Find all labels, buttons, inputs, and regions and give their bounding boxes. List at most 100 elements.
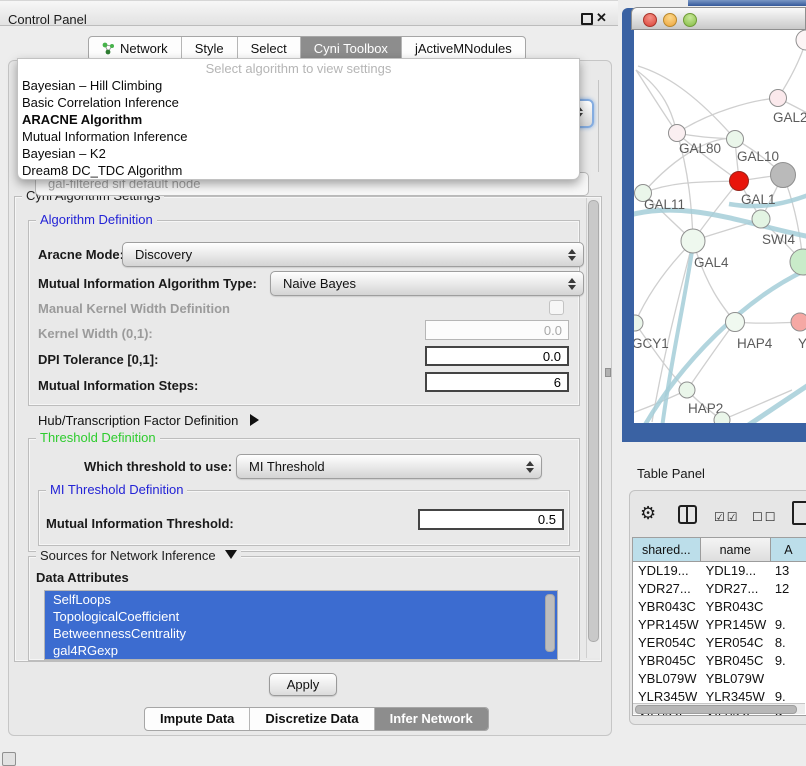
table-row[interactable]: YER054CYER054C8.	[633, 634, 806, 652]
combo-arrows-icon	[563, 249, 581, 261]
network-node-swi4[interactable]	[790, 249, 806, 275]
list-scrollbar-thumb[interactable]	[545, 594, 555, 652]
tab-style[interactable]: Style	[181, 37, 237, 60]
which-threshold-label: Which threshold to use:	[84, 459, 232, 474]
table-row[interactable]: YBL079WYBL079W	[633, 670, 806, 688]
network-node-gal4[interactable]	[681, 229, 705, 253]
network-node-hap4[interactable]	[726, 313, 745, 332]
data-attributes-list[interactable]: SelfLoopsTopologicalCoefficientBetweenne…	[44, 590, 558, 660]
control-panel-titlebar	[0, 0, 618, 26]
data-attribute-item[interactable]: SelfLoops	[45, 591, 557, 608]
column-header-shared-name[interactable]: shared...	[633, 538, 701, 562]
tab-network[interactable]: Network	[89, 37, 181, 60]
network-node-gal10[interactable]	[727, 131, 744, 148]
columns-icon[interactable]	[678, 505, 697, 524]
network-edge[interactable]	[638, 66, 735, 139]
settings-scrollbar-thumb[interactable]	[588, 200, 599, 642]
close-icon[interactable]: ✕	[596, 10, 607, 26]
mi-threshold-label: Mutual Information Threshold:	[46, 516, 234, 531]
network-edge[interactable]	[677, 98, 778, 133]
network-node-y[interactable]	[791, 313, 806, 331]
data-attribute-item[interactable]: TopologicalCoefficient	[45, 608, 557, 625]
algorithm-option[interactable]: Dream8 DC_TDC Algorithm	[18, 162, 579, 179]
network-canvas[interactable]: GAL2GAL80GAL10GAL1GAL11SWI4GAL4GCY1HAP4Y…	[634, 30, 806, 423]
tab-cyni-toolbox[interactable]: Cyni Toolbox	[300, 37, 401, 60]
network-node[interactable]	[796, 30, 806, 50]
algorithm-option[interactable]: Bayesian – K2	[18, 145, 579, 162]
collapsed-arrow-icon	[250, 414, 259, 426]
table-row[interactable]: YBR045CYBR045C9.	[633, 652, 806, 670]
network-node-gal1[interactable]	[730, 172, 749, 191]
network-node-gal2[interactable]	[770, 90, 787, 107]
table-cell: YBL079W	[701, 670, 771, 688]
table-cell: 9.	[771, 652, 806, 670]
kernel-width-field[interactable]	[425, 320, 569, 340]
tab-jactivemnodules[interactable]: jActiveMNodules	[401, 37, 525, 60]
document-icon[interactable]	[792, 501, 806, 525]
column-header-name[interactable]: name	[701, 538, 771, 562]
algorithm-option[interactable]: Basic Correlation Inference	[18, 94, 579, 111]
tab-select[interactable]: Select	[237, 37, 300, 60]
network-node[interactable]	[752, 210, 770, 228]
network-edge[interactable]	[635, 241, 693, 323]
algorithm-option[interactable]: Mutual Information Inference	[18, 128, 579, 145]
table-hscrollbar-thumb[interactable]	[635, 705, 797, 714]
algorithm-option[interactable]: ARACNE Algorithm	[18, 111, 579, 128]
table-cell: YDR27...	[701, 580, 771, 598]
mi-steps-field[interactable]	[425, 372, 569, 392]
network-edge[interactable]	[636, 70, 677, 133]
float-window-icon[interactable]	[581, 13, 593, 25]
mi-threshold-group-title: MI Threshold Definition	[46, 483, 187, 497]
algorithm-option[interactable]: Bayesian – Hill Climbing	[18, 77, 579, 94]
dpi-tolerance-field[interactable]	[425, 346, 569, 366]
network-edge-highlighted[interactable]	[744, 380, 806, 423]
manual-kernel-label: Manual Kernel Width Definition	[38, 301, 230, 316]
mi-threshold-field[interactable]	[418, 509, 564, 530]
network-node-hap2[interactable]	[679, 382, 695, 398]
aracne-mode-combobox[interactable]: Discovery	[122, 242, 584, 267]
apply-button[interactable]: Apply	[269, 673, 337, 696]
mi-steps-label: Mutual Information Steps:	[38, 378, 198, 393]
data-attribute-item[interactable]: BetweennessCentrality	[45, 625, 557, 642]
network-node-label: HAP4	[737, 336, 773, 351]
table-cell: 9.	[771, 616, 806, 634]
threshold-definition-title: Threshold Definition	[36, 431, 160, 445]
table-cell: YER054C	[633, 634, 701, 652]
select-all-icon[interactable]: ☑☑	[714, 510, 740, 524]
group-border-fragment	[598, 80, 599, 172]
table-row[interactable]: YDL19...YDL19...13	[633, 562, 806, 580]
manual-kernel-checkbox[interactable]	[549, 300, 564, 315]
split-pane-handle[interactable]	[605, 368, 611, 377]
docked-panel-icon[interactable]	[2, 752, 16, 766]
zoom-traffic-light-icon[interactable]	[683, 13, 697, 27]
network-node[interactable]	[714, 412, 730, 423]
data-attribute-item[interactable]: gal4RGexp	[45, 642, 557, 659]
tab-infer-network[interactable]: Infer Network	[374, 708, 488, 730]
minimize-traffic-light-icon[interactable]	[663, 13, 677, 27]
network-window-titlebar[interactable]	[631, 7, 806, 30]
tab-impute-data[interactable]: Impute Data	[145, 708, 249, 730]
table-row[interactable]: YPR145WYPR145W9.	[633, 616, 806, 634]
network-edge[interactable]	[693, 241, 735, 322]
which-threshold-combobox[interactable]: MI Threshold	[236, 454, 542, 479]
hub-definition-toggle[interactable]: Hub/Transcription Factor Definition	[38, 413, 259, 428]
table-row[interactable]: YBR043CYBR043C	[633, 598, 806, 616]
network-node-gal80[interactable]	[669, 125, 686, 142]
deselect-all-icon[interactable]: ☐☐	[752, 510, 778, 524]
table-hscrollbar-track[interactable]	[633, 703, 805, 714]
table-cell: 8.	[771, 634, 806, 652]
network-node-gcy1[interactable]	[634, 315, 643, 331]
settings-scrollbar-track[interactable]	[586, 198, 600, 658]
table-row[interactable]: YDR27...YDR27...12	[633, 580, 806, 598]
sources-group-title[interactable]: Sources for Network Inference	[36, 549, 241, 563]
combo-arrows-icon	[521, 461, 539, 473]
tab-discretize-data[interactable]: Discretize Data	[249, 708, 373, 730]
column-header-partial[interactable]: A	[771, 538, 806, 562]
close-traffic-light-icon[interactable]	[643, 13, 657, 27]
network-node[interactable]	[771, 163, 796, 188]
node-table[interactable]: shared... name A YDL19...YDL19...13YDR27…	[632, 537, 806, 716]
gear-icon[interactable]: ⚙	[640, 504, 656, 522]
network-edge[interactable]	[643, 181, 739, 193]
mi-type-combobox[interactable]: Naive Bayes	[270, 271, 584, 296]
table-header-row: shared... name A	[633, 538, 806, 562]
